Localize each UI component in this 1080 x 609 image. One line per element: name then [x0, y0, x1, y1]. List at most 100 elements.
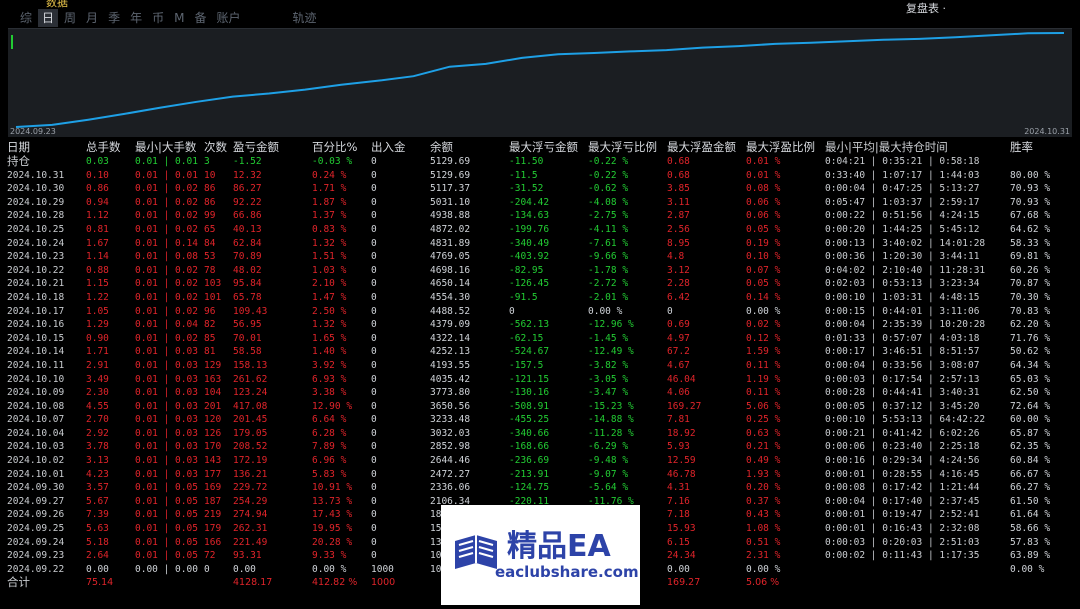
tab-9[interactable]: 账户	[212, 9, 244, 27]
table-row[interactable]: 2024.10.29 0.94 0.01 | 0.02 86 92.22 1.87 % 0 5…	[4, 196, 1072, 210]
cell-最大浮亏金额: -31.52	[509, 183, 544, 195]
table-row[interactable]: 2024.10.01 4.23 0.01 | 0.03 177 136.21 5.83 %…	[4, 468, 1072, 482]
column-header-7[interactable]: 余额	[430, 140, 509, 155]
table-row[interactable]: 2024.10.04 2.92 0.01 | 0.03 126 179.05 6.28 %…	[4, 427, 1072, 441]
column-header-6[interactable]: 出入金	[371, 140, 430, 155]
cell-胜率: 58.66 %	[1010, 523, 1051, 535]
cell-日期: 2024.10.31	[7, 169, 65, 181]
cell-最大浮盈比例: 0.06 %	[746, 210, 781, 222]
cell-百分比%: 20.28 %	[312, 536, 353, 548]
cell-胜率: 0.00 %	[1010, 563, 1045, 575]
table-row[interactable]: 2024.10.07 2.70 0.01 | 0.03 120 201.45 6.64 %…	[4, 413, 1072, 427]
column-header-4[interactable]: 盈亏金额	[233, 140, 312, 155]
summary-cell-10: 0.68	[667, 156, 690, 167]
tab-3[interactable]: 月	[82, 9, 102, 27]
cell-最大浮亏金额: -157.5	[509, 359, 544, 371]
table-row[interactable]: 2024.10.14 1.71 0.01 | 0.03 81 58.58 1.40 % 0 4…	[4, 345, 1072, 359]
table-row[interactable]: 2024.10.22 0.88 0.01 | 0.02 78 48.02 1.03 % 0 4…	[4, 264, 1072, 278]
cell-最小|平均|最大持仓时间: 0:00:05 | 0:37:12 | 3:45:20	[825, 400, 980, 412]
table-row[interactable]: 2024.10.23 1.14 0.01 | 0.08 53 70.89 1.51 % 0 4…	[4, 250, 1072, 264]
cell-最小|平均|最大持仓时间: 0:00:15 | 0:44:01 | 3:11:06	[825, 305, 980, 317]
cell-次数: 65	[204, 223, 216, 235]
cell-最大浮亏金额: -340.49	[509, 237, 550, 249]
column-header-11[interactable]: 最大浮盈比例	[746, 140, 825, 155]
tab-5[interactable]: 年	[126, 9, 146, 27]
column-header-9[interactable]: 最大浮亏比例	[588, 140, 667, 155]
cell-最大浮亏金额: -213.91	[509, 468, 550, 480]
tab-6[interactable]: 币	[148, 9, 168, 27]
cell-余额: 4769.05	[430, 251, 471, 263]
cell-出入金: 0	[371, 441, 377, 453]
column-header-2[interactable]: 最小|大手数	[135, 140, 204, 155]
table-row[interactable]: 2024.10.28 1.12 0.01 | 0.02 99 66.86 1.37 % 0 4…	[4, 209, 1072, 223]
summary-cell-6: 0	[371, 156, 377, 167]
tab-4[interactable]: 季	[104, 9, 124, 27]
table-row[interactable]: 2024.10.10 3.49 0.01 | 0.03 163 261.62 6.93 %…	[4, 373, 1072, 387]
cell-最大浮盈金额: 46.04	[667, 373, 696, 385]
tab-8[interactable]: 备	[190, 9, 210, 27]
cell-最大浮盈比例: 0.10 %	[746, 251, 781, 263]
cell-最大浮盈金额: 24.34	[667, 550, 696, 562]
table-row[interactable]: 2024.10.16 1.29 0.01 | 0.04 82 56.95 1.32 % 0 4…	[4, 318, 1072, 332]
cell-百分比%: 6.64 %	[312, 414, 347, 426]
cell-最大浮亏比例: -2.01 %	[588, 291, 629, 303]
cell-最大浮盈金额: 3.85	[667, 183, 690, 195]
tab-0[interactable]: 综	[16, 9, 36, 27]
table-row[interactable]: 2024.10.18 1.22 0.01 | 0.02 101 65.78 1.47 % 0…	[4, 291, 1072, 305]
table-row[interactable]: 2024.10.24 1.67 0.01 | 0.14 84 62.84 1.32 % 0 4…	[4, 237, 1072, 251]
cell-出入金: 0	[371, 332, 377, 344]
table-row[interactable]: 2024.10.17 1.05 0.01 | 0.02 96 109.43 2.50 % 0…	[4, 305, 1072, 319]
total-cell-5: 412.82 %	[312, 577, 358, 589]
cell-最小|平均|最大持仓时间: 0:00:10 | 5:53:13 | 64:42:22	[825, 414, 986, 426]
cell-次数: 104	[204, 387, 222, 399]
column-header-10[interactable]: 最大浮盈金额	[667, 140, 746, 155]
cell-盈亏金额: 0.00	[233, 563, 256, 575]
cell-最大浮盈比例: 1.93 %	[746, 468, 781, 480]
table-row[interactable]: 2024.10.09 2.30 0.01 | 0.03 104 123.24 3.38 %…	[4, 386, 1072, 400]
column-header-13[interactable]: 胜率	[1010, 140, 1050, 155]
column-header-0[interactable]: 日期	[4, 140, 86, 155]
cell-盈亏金额: 261.62	[233, 373, 268, 385]
column-header-12[interactable]: 最小|平均|最大持仓时间	[825, 140, 1010, 155]
summary-row-position[interactable]: 持仓 0.03 0.01 | 0.01 3 -1.52 -0.03 % 0 5129.69 -1…	[4, 154, 1072, 169]
cell-日期: 2024.10.14	[7, 346, 65, 358]
cell-盈亏金额: 136.21	[233, 468, 268, 480]
tab-2[interactable]: 周	[60, 9, 80, 27]
table-row[interactable]: 2024.10.25 0.81 0.01 | 0.02 65 40.13 0.83 % 0 4…	[4, 223, 1072, 237]
column-header-3[interactable]: 次数	[204, 140, 233, 155]
table-row[interactable]: 2024.10.30 0.86 0.01 | 0.02 86 86.27 1.71 % 0 5…	[4, 182, 1072, 196]
table-row[interactable]: 2024.10.02 3.13 0.01 | 0.03 143 172.19 6.96 %…	[4, 454, 1072, 468]
tab-1[interactable]: 日	[38, 9, 59, 27]
cell-最大浮盈比例: 0.02 %	[746, 319, 781, 331]
cell-胜率: 64.62 %	[1010, 223, 1051, 235]
cell-盈亏金额: 109.43	[233, 305, 268, 317]
summary-cell-5: -0.03 %	[312, 156, 353, 167]
table-row[interactable]: 2024.10.31 0.10 0.01 | 0.01 10 12.32 0.24 % 0 5…	[4, 169, 1072, 183]
cell-最大浮盈金额: 0.00	[667, 563, 690, 575]
column-header-5[interactable]: 百分比%	[312, 140, 371, 155]
cell-最小|平均|最大持仓时间: 0:00:28 | 0:44:41 | 3:40:31	[825, 387, 980, 399]
table-row[interactable]: 2024.10.11 2.91 0.01 | 0.03 129 158.13 3.92 %…	[4, 359, 1072, 373]
cell-最大浮盈金额: 0.69	[667, 319, 690, 331]
cell-最大浮盈金额: 0.68	[667, 169, 690, 181]
column-header-8[interactable]: 最大浮亏金额	[509, 140, 588, 155]
cell-最大浮盈比例: 0.14 %	[746, 291, 781, 303]
table-row[interactable]: 2024.10.08 4.55 0.01 | 0.03 201 417.08 12.90 …	[4, 400, 1072, 414]
table-row[interactable]: 2024.10.21 1.15 0.01 | 0.02 103 95.84 2.10 % 0…	[4, 277, 1072, 291]
cell-总手数: 1.14	[86, 251, 109, 263]
cell-余额: 4488.52	[430, 305, 471, 317]
table-row[interactable]: 2024.10.03 3.78 0.01 | 0.03 170 208.52 7.89 %…	[4, 440, 1072, 454]
table-row[interactable]: 2024.10.15 0.90 0.01 | 0.02 85 70.01 1.65 % 0 4…	[4, 332, 1072, 346]
tab-7[interactable]: M	[170, 9, 188, 27]
cell-最大浮亏金额: 0	[509, 305, 515, 317]
cell-最小|大手数: 0.01 | 0.02	[135, 332, 198, 344]
table-row[interactable]: 2024.09.30 3.57 0.01 | 0.05 169 229.72 10.91 …	[4, 481, 1072, 495]
column-header-1[interactable]: 总手数	[86, 140, 135, 155]
cell-盈亏金额: 274.94	[233, 509, 268, 521]
cell-次数: 126	[204, 427, 222, 439]
tab-10[interactable]: 轨迹	[289, 9, 321, 27]
cell-盈亏金额: 65.78	[233, 291, 262, 303]
cell-余额: 2472.27	[430, 468, 471, 480]
cell-盈亏金额: 417.08	[233, 400, 268, 412]
cell-盈亏金额: 56.95	[233, 319, 262, 331]
